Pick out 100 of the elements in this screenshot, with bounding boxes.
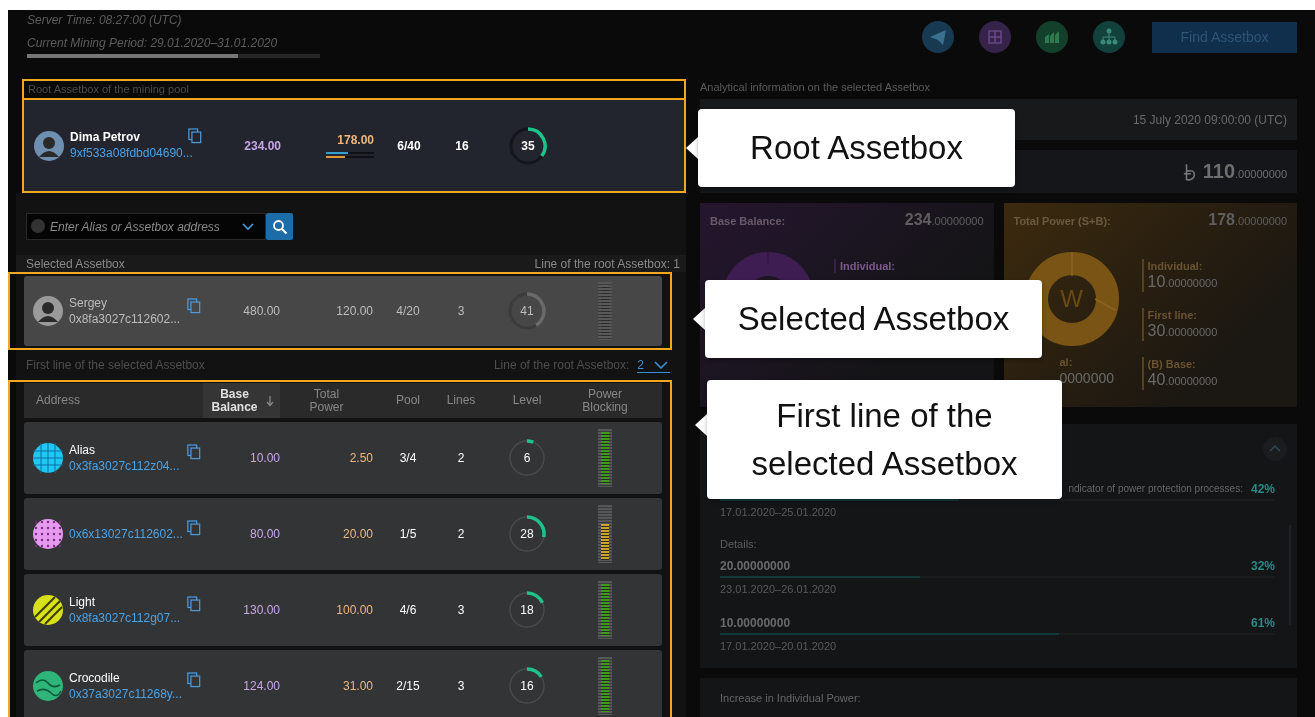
avatar-silhouette xyxy=(33,296,63,326)
column-header[interactable]: Lines xyxy=(443,383,479,418)
assetbox-name: Dima Petrov xyxy=(70,130,142,145)
avatar-blob-drawing xyxy=(33,671,63,701)
pool-value: 2/15 xyxy=(395,679,421,693)
balance-value: 110.00000000 xyxy=(1202,160,1287,183)
line-dropdown[interactable]: 2 xyxy=(637,357,670,373)
card-label: Base Balance: xyxy=(710,214,786,227)
section-title: Root Assetbox of the mining pool xyxy=(27,82,190,97)
lines-value: 3 xyxy=(456,679,466,693)
avatar-dots-drawing xyxy=(33,519,63,549)
sort-arrow-icon[interactable] xyxy=(265,394,274,407)
bar-chart-icon[interactable] xyxy=(1036,21,1068,53)
chevron-down-icon[interactable] xyxy=(654,360,668,369)
level-value: 16 xyxy=(519,679,535,693)
legend-label: Individual: xyxy=(1147,258,1204,273)
assetbox-address[interactable]: 9xf533a08fdbd04690... xyxy=(70,145,193,161)
total-power: 100.00 xyxy=(335,603,373,617)
legend-label: First line: xyxy=(1147,307,1198,322)
copy-icon[interactable] xyxy=(187,596,201,612)
root-assetbox-card[interactable]: Dima Petrov 9xf533a08fdbd04690... 234.00 178.00 6/40 16 35 xyxy=(24,98,684,191)
search-icon[interactable] xyxy=(271,218,288,235)
assetbox-address[interactable]: 0x8fa3027c112602... xyxy=(69,310,181,327)
column-header[interactable]: Base Balance xyxy=(203,383,280,418)
level-ring xyxy=(507,666,547,706)
detail-amount: 20.00000000 xyxy=(720,559,791,574)
search-button[interactable] xyxy=(266,213,293,240)
lines-value: 3 xyxy=(456,304,466,318)
assetbox-address[interactable]: 0x37a3027c11268y... xyxy=(69,685,182,702)
column-header[interactable]: Total Power xyxy=(280,383,373,418)
level-ring xyxy=(507,438,547,478)
assetbox-name: Sergey xyxy=(69,295,109,311)
copy-icon[interactable] xyxy=(187,520,201,536)
level-value: 18 xyxy=(519,603,535,617)
coin-symbol-icon xyxy=(1182,161,1197,182)
base-balance: 124.00 xyxy=(242,679,280,693)
paper-plane-icon[interactable] xyxy=(922,21,954,53)
hierarchy-icon[interactable] xyxy=(1093,21,1125,53)
level-value: 35 xyxy=(520,138,536,153)
base-balance: 130.00 xyxy=(242,603,280,617)
column-header[interactable]: Address xyxy=(33,383,203,418)
section-title: Increase in Individual Power: xyxy=(720,691,861,704)
avatar-silhouette xyxy=(34,130,64,161)
callout-pointer xyxy=(686,137,698,159)
line-label: Line of the root Assetbox: xyxy=(493,358,630,372)
column-header[interactable]: Pool xyxy=(373,383,443,418)
total-power: 20.00 xyxy=(341,527,373,541)
base-balance: 480.00 xyxy=(242,304,280,318)
search-field[interactable]: Enter Alias or Assetbox address xyxy=(26,213,266,240)
lines-value: 2 xyxy=(456,527,466,541)
card-value: 178.00000000 xyxy=(1208,210,1287,229)
legend-value: 0000000 xyxy=(1059,368,1114,387)
legend-label: al: xyxy=(1059,354,1074,369)
callout-label: First line of the selected Assetbox xyxy=(707,380,1062,499)
avatar-grid-drawing xyxy=(33,443,63,473)
assetbox-address[interactable]: 0x8fa3027c112g07... xyxy=(69,609,181,626)
pool-value: 6/40 xyxy=(396,138,422,153)
legend-label: Individual: xyxy=(840,258,895,273)
column-header[interactable]: Level xyxy=(479,383,575,418)
avatar-stripes-drawing xyxy=(33,595,63,625)
assetbox-address[interactable]: 0x6x13027c112602... xyxy=(69,526,183,542)
panel-title: Analytical information on the selected Assetbox xyxy=(700,80,931,94)
assetbox-row[interactable]: Alias 0x3fa3027c112z04... 10.00 2.50 3/4 2 6 xyxy=(24,422,662,494)
legend-value: 10.00000000 xyxy=(1147,272,1218,292)
assetbox-name: Alias xyxy=(69,442,96,458)
calculator-icon[interactable] xyxy=(979,21,1011,53)
level-value: 28 xyxy=(519,527,535,541)
callout-label: Root Assetbox xyxy=(698,109,1015,187)
legend-value: 40.00000000 xyxy=(1147,370,1218,390)
assetbox-address[interactable]: 0x3fa3027c112z04... xyxy=(69,457,180,474)
column-header[interactable]: Power Blocking xyxy=(575,383,635,418)
level-ring xyxy=(507,590,547,630)
section-title: Selected Assetbox xyxy=(26,256,125,271)
assetbox-name: Crocodile xyxy=(69,670,121,686)
selected-assetbox-card[interactable]: Sergey 0x8fa3027c112602... 480.00 120.00 4/20 3 41 xyxy=(24,276,662,346)
total-power: 31.00 xyxy=(341,679,373,693)
copy-icon[interactable] xyxy=(188,128,202,144)
date-text: 15 July 2020 09:00:00 (UTC) xyxy=(1132,112,1287,127)
assetbox-row[interactable]: Crocodile 0x37a3027c11268y... 124.00 31.00 2/15 3 16 xyxy=(24,650,662,717)
indicator-label: ndicator of power protection processes: xyxy=(1068,482,1243,497)
detail-percent: 32% xyxy=(1250,559,1275,574)
lines-value: 3 xyxy=(456,603,466,617)
assetbox-row[interactable]: 0x6x13027c112602... 80.00 20.00 1/5 2 28 xyxy=(24,498,662,570)
copy-icon[interactable] xyxy=(187,672,201,688)
chevron-down-icon[interactable] xyxy=(242,223,254,231)
lines-value: 2 xyxy=(456,451,466,465)
legend-value: 30.00000000 xyxy=(1147,321,1218,341)
copy-icon[interactable] xyxy=(187,298,201,314)
assetbox-row[interactable]: Light 0x8fa3027c112g07... 130.00 100.00 4/6 3 18 xyxy=(24,574,662,646)
level-ring xyxy=(507,291,547,331)
section-title: First line of the selected Assetbox xyxy=(26,358,205,372)
pool-value: 4/20 xyxy=(395,304,421,318)
total-power: 120.00 xyxy=(335,304,373,318)
copy-icon[interactable] xyxy=(187,444,201,460)
details-label: Details: xyxy=(720,537,758,552)
level-value: 6 xyxy=(522,451,532,465)
mining-period: Current Mining Period: 29.01.2020–31.01.2020 xyxy=(26,35,279,52)
callout-pointer xyxy=(695,414,707,436)
base-balance: 80.00 xyxy=(248,527,280,541)
card-value: 234.00000000 xyxy=(904,210,984,229)
